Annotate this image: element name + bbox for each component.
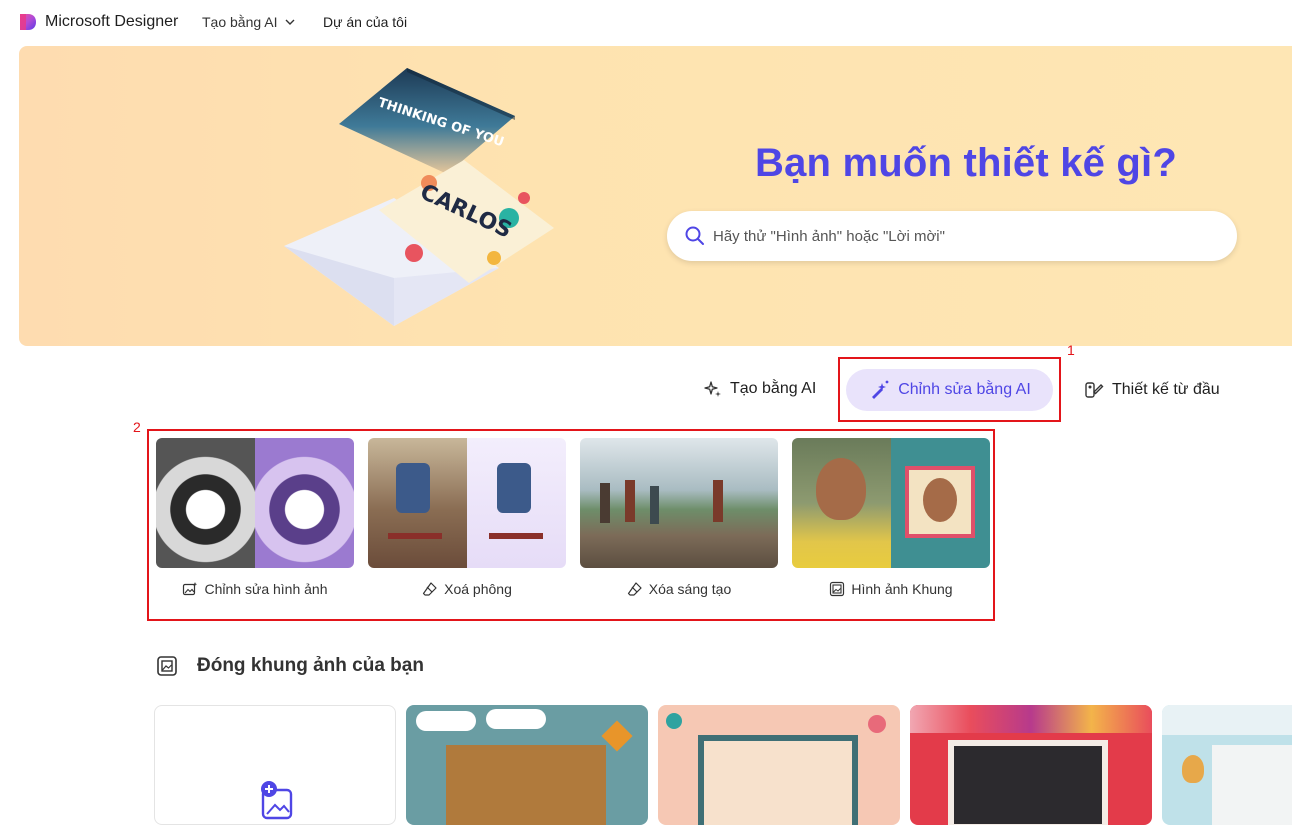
portrait-frame-thumbnail	[792, 438, 990, 568]
search-bar	[667, 211, 1237, 261]
search-icon	[685, 226, 704, 245]
annotation-number-2: 2	[133, 419, 141, 435]
carlos-envelope-illustration: CARLOS	[284, 160, 554, 326]
chevron-down-icon	[285, 19, 295, 25]
tab-create-with-ai-label: Tạo bằng AI	[730, 380, 817, 397]
tab-create-with-ai[interactable]: Tạo bằng AI	[704, 380, 816, 398]
brand-name[interactable]: Microsoft Designer	[45, 13, 178, 31]
designer-logo-icon[interactable]	[18, 12, 38, 32]
tool-generative-erase-label: Xóa sáng tạo	[648, 581, 732, 597]
hikers-thumbnail	[580, 438, 778, 568]
annotation-number-1: 1	[1067, 342, 1075, 358]
upload-photo-card[interactable]	[154, 705, 396, 825]
frame-template-makeup[interactable]	[910, 705, 1152, 825]
tab-design-from-scratch-label: Thiết kế từ đầu	[1112, 381, 1220, 398]
magic-brush-icon	[872, 380, 889, 399]
hero-title: Bạn muốn thiết kế gì?	[755, 141, 1177, 185]
frame-template-balloon-city[interactable]	[1162, 705, 1292, 825]
sparkle-icon	[704, 381, 721, 397]
section-title: Đóng khung ảnh của bạn	[197, 655, 424, 676]
tool-edit-image[interactable]: Chỉnh sửa hình ảnh	[156, 438, 354, 597]
picture-frame-icon	[157, 656, 177, 676]
nav-create-ai-label: Tạo bằng AI	[202, 14, 278, 30]
tab-design-from-scratch[interactable]: Thiết kế từ đầu	[1084, 380, 1220, 400]
tool-remove-background[interactable]: Xoá phông	[368, 438, 566, 597]
tool-remove-background-label: Xoá phông	[444, 581, 512, 597]
tool-image-frame[interactable]: Hình ảnh Khung	[792, 438, 990, 597]
eraser-icon	[627, 582, 642, 596]
tool-edit-image-label: Chỉnh sửa hình ảnh	[204, 581, 328, 597]
tab-edit-with-ai-label: Chỉnh sửa bằng AI	[898, 381, 1031, 398]
nav-create-ai-menu[interactable]: Tạo bằng AI	[202, 14, 296, 30]
skateboarder-thumbnail	[368, 438, 566, 568]
tool-image-frame-label: Hình ảnh Khung	[851, 581, 953, 597]
hero-banner: THINKING OF YOU CARLOS Bạn muốn thiết kế…	[19, 46, 1292, 346]
frame-template-clouds-leaves[interactable]	[406, 705, 648, 825]
top-nav: Microsoft Designer Tạo bằng AI Dự án của…	[0, 0, 1292, 44]
frame-template-pastel-crafts[interactable]	[658, 705, 900, 825]
tool-generative-erase[interactable]: Xóa sáng tạo	[580, 438, 778, 597]
add-image-icon	[261, 781, 293, 820]
tab-edit-with-ai[interactable]: Chỉnh sửa bằng AI	[846, 369, 1053, 411]
search-input[interactable]	[713, 211, 1213, 261]
frame-icon	[830, 581, 845, 597]
eraser-icon	[423, 582, 437, 596]
penguin-thumbnail	[156, 438, 354, 568]
nav-my-projects[interactable]: Dự án của tôi	[323, 14, 407, 30]
image-sparkle-icon	[183, 582, 198, 596]
design-brush-icon	[1085, 382, 1104, 398]
